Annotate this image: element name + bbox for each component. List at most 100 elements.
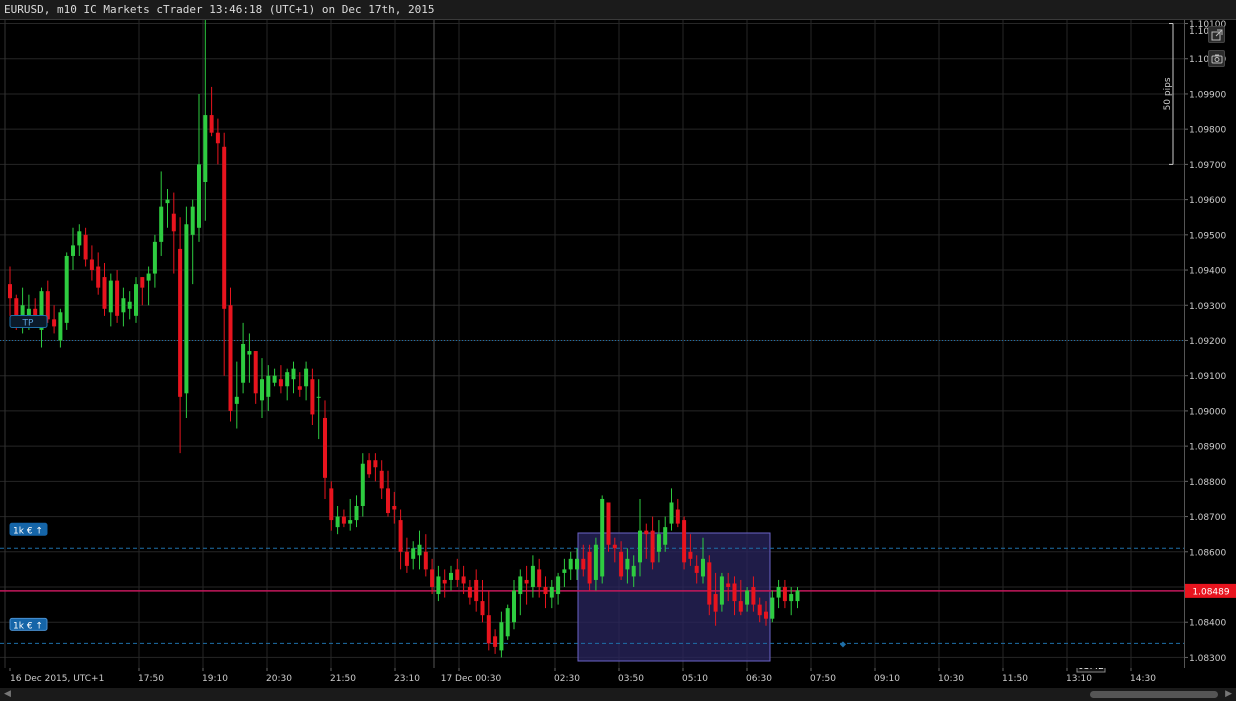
candle[interactable] <box>423 534 428 577</box>
candle[interactable] <box>285 368 290 401</box>
candle[interactable] <box>669 488 674 531</box>
candle[interactable] <box>335 506 340 535</box>
buy-order-label[interactable]: 1k € ↑ <box>9 522 48 536</box>
candle[interactable] <box>89 245 94 281</box>
candle[interactable] <box>442 569 447 598</box>
scroll-left-arrow-icon[interactable]: ◀ <box>4 689 11 699</box>
candle[interactable] <box>600 495 605 584</box>
candle[interactable] <box>524 565 529 605</box>
candle[interactable] <box>140 277 145 306</box>
candle[interactable] <box>398 509 403 570</box>
candle[interactable] <box>568 551 573 580</box>
candle[interactable] <box>165 189 170 228</box>
candle[interactable] <box>316 379 321 440</box>
candle[interactable] <box>505 604 510 640</box>
candle[interactable] <box>367 453 372 478</box>
candle[interactable] <box>360 453 365 517</box>
candle[interactable] <box>770 590 775 623</box>
price-axis[interactable]: 1.101001.100001.099001.098001.097001.096… <box>1184 20 1236 668</box>
candle[interactable] <box>480 579 485 623</box>
candle[interactable] <box>241 322 246 394</box>
candle[interactable] <box>8 266 12 316</box>
candle[interactable] <box>291 361 296 394</box>
candle[interactable] <box>58 308 63 348</box>
candle[interactable] <box>417 530 422 570</box>
candle[interactable] <box>260 358 264 418</box>
scroll-right-arrow-icon[interactable]: ▶ <box>1225 689 1232 699</box>
candle[interactable] <box>108 273 113 327</box>
candle[interactable] <box>411 541 416 570</box>
candle[interactable] <box>234 361 239 429</box>
candle[interactable] <box>96 252 101 295</box>
horizontal-scrollbar[interactable]: ◀ ▶ <box>0 688 1236 701</box>
candle[interactable] <box>518 569 523 616</box>
candle[interactable] <box>354 495 359 528</box>
candle[interactable] <box>272 368 277 387</box>
candle[interactable] <box>556 572 561 605</box>
candle[interactable] <box>537 558 542 598</box>
candle[interactable] <box>404 537 409 573</box>
candle[interactable] <box>304 361 309 401</box>
price-axis-scale[interactable]: 1.101001.100001.099001.098001.097001.096… <box>1185 20 1236 668</box>
candle[interactable] <box>499 611 504 658</box>
candle[interactable] <box>310 368 315 425</box>
chart-area[interactable]: TP 1k € ↑ 1k € ↑ ◆ 50 pips <box>0 20 1184 668</box>
candle[interactable] <box>71 227 75 271</box>
candle[interactable] <box>562 558 567 587</box>
candle[interactable] <box>253 351 258 404</box>
candle[interactable] <box>675 498 680 528</box>
popout-icon[interactable] <box>1208 26 1225 43</box>
candle[interactable] <box>121 287 126 327</box>
candle[interactable] <box>461 565 466 595</box>
candle[interactable] <box>77 224 82 256</box>
candlestick-chart[interactable]: TP 1k € ↑ 1k € ↑ ◆ 50 pips <box>0 20 1184 668</box>
candle[interactable] <box>606 502 611 552</box>
scrollbar-thumb[interactable] <box>1090 691 1218 698</box>
candle[interactable] <box>329 481 334 531</box>
candle[interactable] <box>543 576 548 609</box>
candle[interactable] <box>379 460 384 499</box>
candle[interactable] <box>549 579 554 609</box>
candle[interactable] <box>215 118 220 165</box>
candle[interactable] <box>467 579 472 605</box>
candle[interactable] <box>493 629 498 654</box>
candle[interactable] <box>115 270 120 323</box>
candle[interactable] <box>373 453 378 482</box>
candle[interactable] <box>386 470 390 517</box>
candle[interactable] <box>64 252 69 330</box>
candle[interactable] <box>682 516 687 570</box>
candle[interactable] <box>190 199 195 285</box>
candle[interactable] <box>178 217 183 454</box>
candle[interactable] <box>203 20 208 221</box>
candle[interactable] <box>341 509 346 528</box>
time-axis[interactable]: 16 Dec 2015, UTC+1 17:50 19:10 20:30 21:50 23… <box>0 659 1236 688</box>
candle[interactable] <box>134 277 138 323</box>
candle-body <box>556 576 561 595</box>
candle[interactable] <box>197 93 201 242</box>
sell-order-label[interactable]: 1k € ↑ <box>9 617 48 631</box>
candle[interactable] <box>127 291 132 320</box>
candle[interactable] <box>436 565 441 602</box>
candle[interactable] <box>159 171 164 256</box>
candle[interactable] <box>278 365 283 394</box>
candle[interactable] <box>184 206 189 418</box>
camera-icon[interactable] <box>1208 50 1225 67</box>
candle[interactable] <box>83 227 88 267</box>
candle[interactable] <box>474 569 479 612</box>
candle[interactable] <box>776 579 781 609</box>
candle[interactable] <box>146 266 151 306</box>
candle[interactable] <box>222 132 227 376</box>
candle[interactable] <box>348 498 353 531</box>
candle[interactable] <box>102 263 107 316</box>
time-axis-scale[interactable]: 16 Dec 2015, UTC+1 17:50 19:10 20:30 21:50 23… <box>0 659 1236 688</box>
candle[interactable] <box>152 234 157 288</box>
tp-label[interactable]: TP <box>9 314 48 328</box>
candle[interactable] <box>52 305 57 334</box>
candle[interactable] <box>323 400 327 499</box>
candle[interactable] <box>228 287 233 422</box>
candle[interactable] <box>171 192 176 274</box>
candle[interactable] <box>650 516 655 570</box>
candle[interactable] <box>782 579 787 609</box>
candle[interactable] <box>486 590 491 651</box>
candle[interactable] <box>392 491 397 524</box>
